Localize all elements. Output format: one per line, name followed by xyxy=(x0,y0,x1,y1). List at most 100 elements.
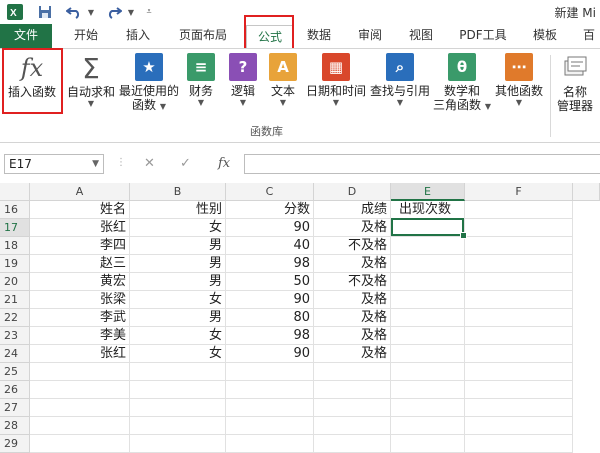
cell-e29[interactable] xyxy=(391,435,465,453)
date-time-button[interactable]: ▦ 日期和时间 ▼ xyxy=(304,53,368,108)
enter-icon[interactable]: ✓ xyxy=(180,156,191,171)
chevron-down-icon[interactable]: ▼ xyxy=(92,155,99,173)
cell-f20[interactable] xyxy=(465,273,573,291)
cell-c22[interactable]: 80 xyxy=(226,309,314,327)
row-header[interactable]: 21 xyxy=(0,291,30,309)
row-header[interactable]: 23 xyxy=(0,327,30,345)
cell-b18[interactable]: 男 xyxy=(130,237,226,255)
recently-used-button[interactable]: ★ 最近使用的 函数 ▼ xyxy=(118,53,180,112)
cell-d26[interactable] xyxy=(314,381,391,399)
customize-toolbar-icon[interactable]: ⩡ xyxy=(142,3,156,21)
column-header-f[interactable]: F xyxy=(465,183,573,201)
row-header[interactable]: 19 xyxy=(0,255,30,273)
select-all-corner[interactable] xyxy=(0,183,30,201)
cell-d17[interactable]: 及格 xyxy=(314,219,391,237)
cell-f29[interactable] xyxy=(465,435,573,453)
cell-b28[interactable] xyxy=(130,417,226,435)
cell-c29[interactable] xyxy=(226,435,314,453)
cell-b27[interactable] xyxy=(130,399,226,417)
cell-b23[interactable]: 女 xyxy=(130,327,226,345)
cell-f22[interactable] xyxy=(465,309,573,327)
cell-d21[interactable]: 及格 xyxy=(314,291,391,309)
undo-icon[interactable] xyxy=(64,3,84,21)
cell-f17[interactable] xyxy=(465,219,573,237)
redo-icon[interactable] xyxy=(104,3,124,21)
tab-more[interactable]: 百 xyxy=(578,24,600,48)
cell-b24[interactable]: 女 xyxy=(130,345,226,363)
cell-d25[interactable] xyxy=(314,363,391,381)
column-header-d[interactable]: D xyxy=(314,183,391,201)
cell-d24[interactable]: 及格 xyxy=(314,345,391,363)
name-manager-button[interactable]: 名称 管理器 xyxy=(553,53,597,113)
row-header[interactable]: 27 xyxy=(0,399,30,417)
cell-b16[interactable]: 性别 xyxy=(130,201,226,219)
cell-a19[interactable]: 赵三 xyxy=(30,255,130,273)
cell-f23[interactable] xyxy=(465,327,573,345)
cell-f24[interactable] xyxy=(465,345,573,363)
cell-e19[interactable] xyxy=(391,255,465,273)
cell-c26[interactable] xyxy=(226,381,314,399)
cell-c23[interactable]: 98 xyxy=(226,327,314,345)
cell-a27[interactable] xyxy=(30,399,130,417)
math-trig-button[interactable]: θ 数学和 三角函数 ▼ xyxy=(432,53,492,112)
column-header-a[interactable]: A xyxy=(30,183,130,201)
cell-e21[interactable] xyxy=(391,291,465,309)
cell-c28[interactable] xyxy=(226,417,314,435)
tab-templates[interactable]: 模板 xyxy=(522,24,568,48)
more-functions-button[interactable]: ⋯ 其他函数 ▼ xyxy=(492,53,546,108)
undo-dropdown-icon[interactable]: ▼ xyxy=(86,3,96,21)
cell-a22[interactable]: 李武 xyxy=(30,309,130,327)
cell-b25[interactable] xyxy=(130,363,226,381)
row-header[interactable]: 25 xyxy=(0,363,30,381)
tab-home[interactable]: 开始 xyxy=(63,24,109,48)
cell-a16[interactable]: 姓名 xyxy=(30,201,130,219)
row-header[interactable]: 16 xyxy=(0,201,30,219)
cell-d16[interactable]: 成绩 xyxy=(314,201,391,219)
row-header[interactable]: 29 xyxy=(0,435,30,453)
cell-e24[interactable] xyxy=(391,345,465,363)
column-header-b[interactable]: B xyxy=(130,183,226,201)
tab-pdf-tools[interactable]: PDF工具 xyxy=(452,24,514,48)
cell-d19[interactable]: 及格 xyxy=(314,255,391,273)
cell-c16[interactable]: 分数 xyxy=(226,201,314,219)
row-header[interactable]: 18 xyxy=(0,237,30,255)
cell-d20[interactable]: 不及格 xyxy=(314,273,391,291)
cell-f19[interactable] xyxy=(465,255,573,273)
cell-a24[interactable]: 张红 xyxy=(30,345,130,363)
row-header[interactable]: 28 xyxy=(0,417,30,435)
cancel-icon[interactable]: ✕ xyxy=(144,156,155,171)
text-button[interactable]: A 文本 ▼ xyxy=(266,53,300,108)
cell-d29[interactable] xyxy=(314,435,391,453)
cell-a17[interactable]: 张红 xyxy=(30,219,130,237)
tab-review[interactable]: 审阅 xyxy=(347,24,393,48)
tab-view[interactable]: 视图 xyxy=(398,24,444,48)
cell-c24[interactable]: 90 xyxy=(226,345,314,363)
cell-a29[interactable] xyxy=(30,435,130,453)
cell-b22[interactable]: 男 xyxy=(130,309,226,327)
column-header-e[interactable]: E xyxy=(391,183,465,201)
cell-e25[interactable] xyxy=(391,363,465,381)
cell-f28[interactable] xyxy=(465,417,573,435)
cell-a18[interactable]: 李四 xyxy=(30,237,130,255)
fill-handle[interactable] xyxy=(460,232,467,239)
cell-e28[interactable] xyxy=(391,417,465,435)
cell-a20[interactable]: 黄宏 xyxy=(30,273,130,291)
financial-button[interactable]: ≡ 财务 ▼ xyxy=(184,53,218,108)
cell-e22[interactable] xyxy=(391,309,465,327)
row-header[interactable]: 26 xyxy=(0,381,30,399)
cell-f26[interactable] xyxy=(465,381,573,399)
cell-c17[interactable]: 90 xyxy=(226,219,314,237)
cell-b17[interactable]: 女 xyxy=(130,219,226,237)
formula-bar-splitter-icon[interactable]: ⋮ xyxy=(116,157,126,168)
cell-b29[interactable] xyxy=(130,435,226,453)
cell-f16[interactable] xyxy=(465,201,573,219)
tab-file[interactable]: 文件 xyxy=(0,24,52,48)
cell-f18[interactable] xyxy=(465,237,573,255)
cell-b26[interactable] xyxy=(130,381,226,399)
formula-input[interactable] xyxy=(244,154,600,174)
name-box[interactable]: E17 ▼ xyxy=(4,154,104,174)
cell-d27[interactable] xyxy=(314,399,391,417)
cell-e18[interactable] xyxy=(391,237,465,255)
cell-a21[interactable]: 张梁 xyxy=(30,291,130,309)
tab-insert[interactable]: 插入 xyxy=(115,24,161,48)
